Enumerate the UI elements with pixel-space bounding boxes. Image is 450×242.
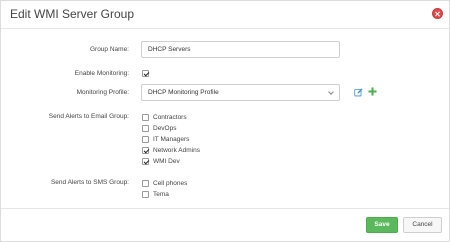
- monitoring-profile-select[interactable]: DHCP Monitoring Profile: [141, 84, 340, 101]
- group-name-label: Group Name:: [89, 46, 129, 53]
- dialog-header: Edit WMI Server Group: [1, 1, 449, 29]
- enable-monitoring-checkbox[interactable]: [142, 70, 149, 77]
- email-group-checkbox-devops[interactable]: [142, 125, 149, 132]
- monitoring-profile-value: DHCP Monitoring Profile: [148, 89, 219, 96]
- sms-group-checkbox-tema[interactable]: [142, 191, 149, 198]
- email-group-item-label: WMI Dev: [153, 158, 180, 165]
- cancel-button[interactable]: Cancel: [403, 217, 442, 233]
- email-group-item-label: Network Admins: [153, 147, 200, 154]
- sms-group-item-label: Cell phones: [153, 180, 188, 187]
- group-name-input[interactable]: [141, 41, 340, 58]
- email-group-item-label: DevOps: [153, 125, 177, 132]
- email-group-label: Send Alerts to Email Group:: [48, 113, 129, 120]
- sms-group-checkbox-cell-phones[interactable]: [142, 180, 149, 187]
- email-group-checkbox-it-managers[interactable]: [142, 136, 149, 143]
- footer-divider: [1, 208, 449, 209]
- sms-group-item-label: Tema: [153, 191, 169, 198]
- sms-group-label: Send Alerts to SMS Group:: [50, 179, 129, 186]
- email-group-item-label: IT Managers: [153, 136, 190, 143]
- monitoring-profile-label: Monitoring Profile:: [76, 89, 129, 96]
- chevron-down-icon: [328, 89, 334, 95]
- add-icon[interactable]: [368, 87, 377, 96]
- email-group-checkbox-contractors[interactable]: [142, 114, 149, 121]
- enable-monitoring-label: Enable Monitoring:: [74, 70, 129, 77]
- edit-icon[interactable]: [354, 88, 363, 97]
- email-group-checkbox-network-admins[interactable]: [142, 147, 149, 154]
- close-icon[interactable]: [432, 8, 443, 19]
- edit-wmi-server-group-dialog: Edit WMI Server Group Group Name: Enable…: [0, 0, 450, 242]
- dialog-title: Edit WMI Server Group: [10, 7, 135, 21]
- email-group-item-label: Contractors: [153, 114, 187, 121]
- email-group-checkbox-wmi-dev[interactable]: [142, 158, 149, 165]
- save-button[interactable]: Save: [366, 217, 398, 233]
